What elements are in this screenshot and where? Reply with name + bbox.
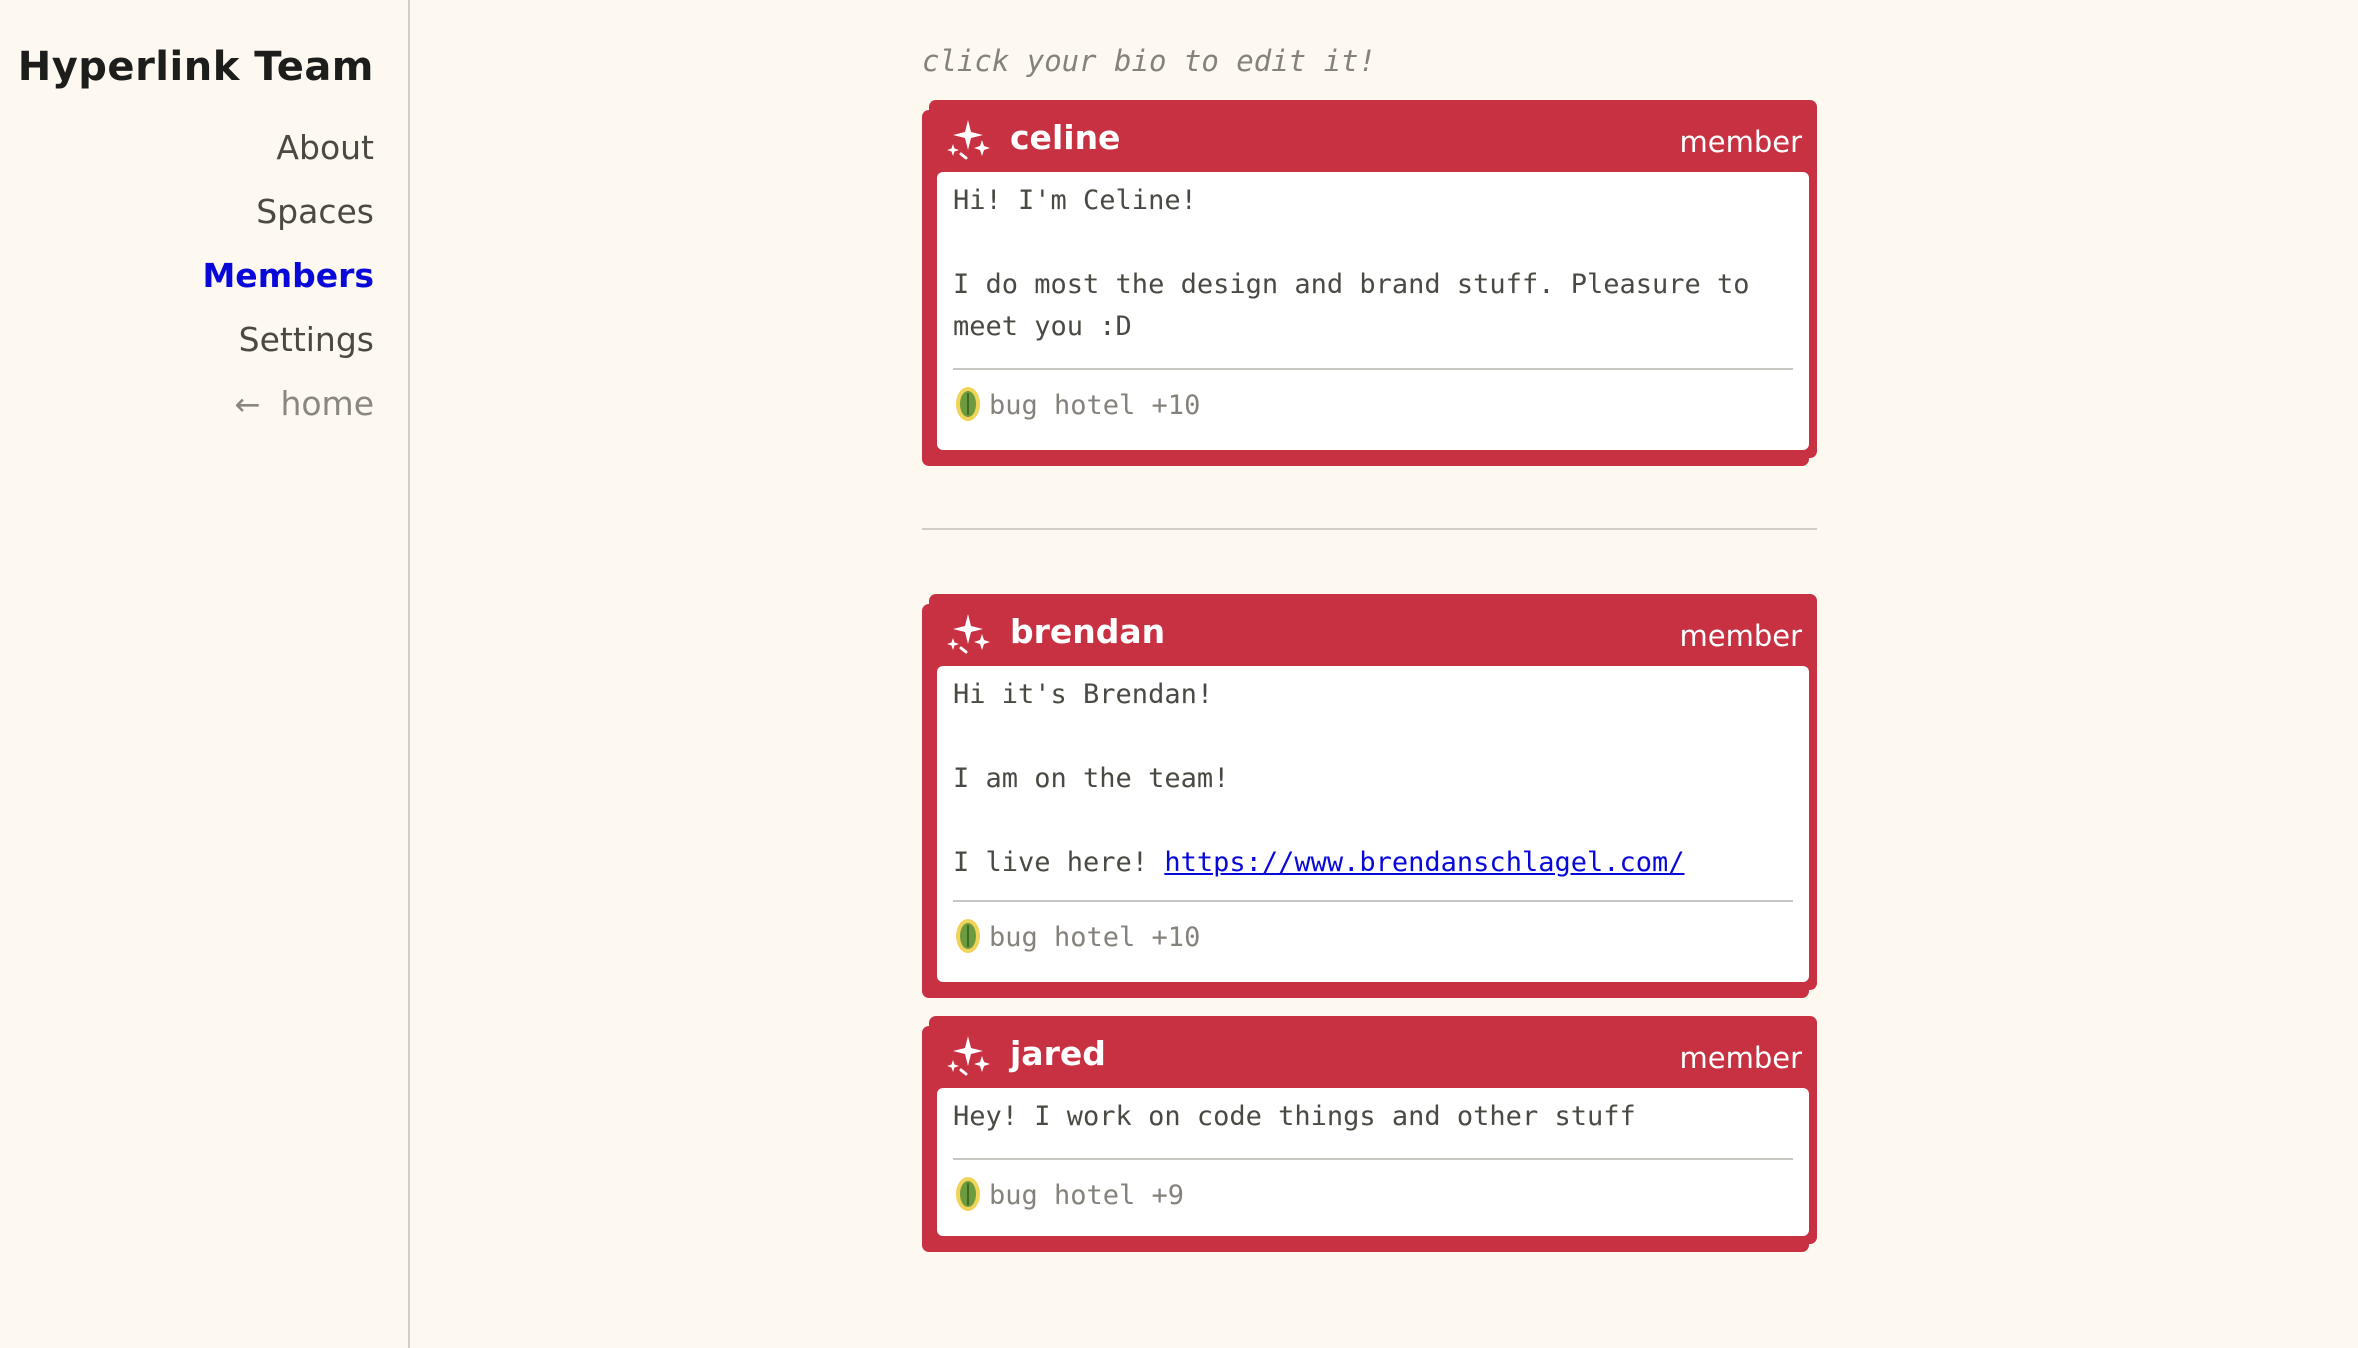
- sparkle-icon: [947, 1036, 990, 1076]
- card-header: jared member: [929, 1016, 1817, 1088]
- bio-line: Hi it's Brendan!: [953, 679, 1214, 710]
- member-role: member: [1679, 125, 1802, 159]
- badge-label: bug hotel +10: [989, 922, 1201, 953]
- bio-line: I am on the team!: [953, 763, 1230, 794]
- card: brendan member Hi it's Brendan! I am on …: [929, 594, 1817, 990]
- card: celine member Hi! I'm Celine! I do most …: [929, 100, 1817, 458]
- bio-line: Hey! I work on code things and other stu…: [953, 1101, 1636, 1132]
- card: jared member Hey! I work on code things …: [929, 1016, 1817, 1244]
- member-role: member: [1679, 619, 1802, 653]
- bio-line: [953, 222, 1793, 264]
- member-bio[interactable]: Hey! I work on code things and other stu…: [953, 1096, 1793, 1138]
- section-divider: [922, 528, 1817, 530]
- member-card-brendan: brendan member Hi it's Brendan! I am on …: [922, 594, 1817, 998]
- bio-line: I live here! https://www.brendanschlagel…: [953, 842, 1793, 884]
- member-name: jared: [1010, 1034, 1106, 1073]
- member-name: celine: [1010, 118, 1121, 157]
- member-name: brendan: [1010, 612, 1166, 651]
- bio-line: Hi! I'm Celine!: [953, 185, 1197, 216]
- nav-item-members[interactable]: Members: [202, 244, 374, 308]
- member-role: member: [1679, 1041, 1802, 1075]
- member-card-jared: jared member Hey! I work on code things …: [922, 1016, 1817, 1252]
- nav-item-about[interactable]: About: [202, 116, 374, 180]
- bio-line: [953, 716, 1793, 758]
- bio-panel[interactable]: Hi! I'm Celine! I do most the design and…: [937, 172, 1809, 450]
- badge: bug hotel +10: [955, 386, 1201, 422]
- card-divider: [953, 900, 1793, 902]
- bug-hotel-icon: [956, 1176, 980, 1211]
- badge-label: bug hotel +9: [989, 1180, 1185, 1211]
- card-divider: [953, 368, 1793, 370]
- bio-line: I do most the design and brand stuff. Pl…: [953, 269, 1750, 342]
- member-card-celine: celine member Hi! I'm Celine! I do most …: [922, 100, 1817, 466]
- nav-item-home[interactable]: ← home: [202, 372, 374, 436]
- member-bio[interactable]: Hi! I'm Celine! I do most the design and…: [953, 180, 1793, 348]
- arrow-left-icon: ←: [234, 387, 261, 423]
- badge-label: bug hotel +10: [989, 390, 1201, 421]
- badge: bug hotel +10: [955, 918, 1201, 954]
- card-header: brendan member: [929, 594, 1817, 666]
- edit-bio-hint: click your bio to edit it!: [922, 44, 1376, 78]
- card-header: celine member: [929, 100, 1817, 172]
- sparkle-icon: [947, 120, 990, 160]
- bug-hotel-icon: [956, 918, 980, 953]
- badge: bug hotel +9: [955, 1176, 1185, 1212]
- sidebar-nav: About Spaces Members Settings ← home: [202, 116, 374, 436]
- home-label: home: [280, 384, 374, 423]
- bio-panel[interactable]: Hey! I work on code things and other stu…: [937, 1088, 1809, 1236]
- team-title: Hyperlink Team: [17, 44, 374, 90]
- member-bio[interactable]: Hi it's Brendan! I am on the team! I liv…: [953, 674, 1793, 884]
- bio-panel[interactable]: Hi it's Brendan! I am on the team! I liv…: [937, 666, 1809, 982]
- nav-item-settings[interactable]: Settings: [202, 308, 374, 372]
- sparkle-icon: [947, 614, 990, 654]
- bio-line: [953, 800, 1793, 842]
- sidebar: Hyperlink Team About Spaces Members Sett…: [0, 0, 410, 1348]
- nav-item-spaces[interactable]: Spaces: [202, 180, 374, 244]
- website-link[interactable]: https://www.brendanschlagel.com/: [1164, 847, 1684, 878]
- card-divider: [953, 1158, 1793, 1160]
- bio-link-prefix: I live here!: [953, 847, 1165, 878]
- bug-hotel-icon: [956, 386, 980, 421]
